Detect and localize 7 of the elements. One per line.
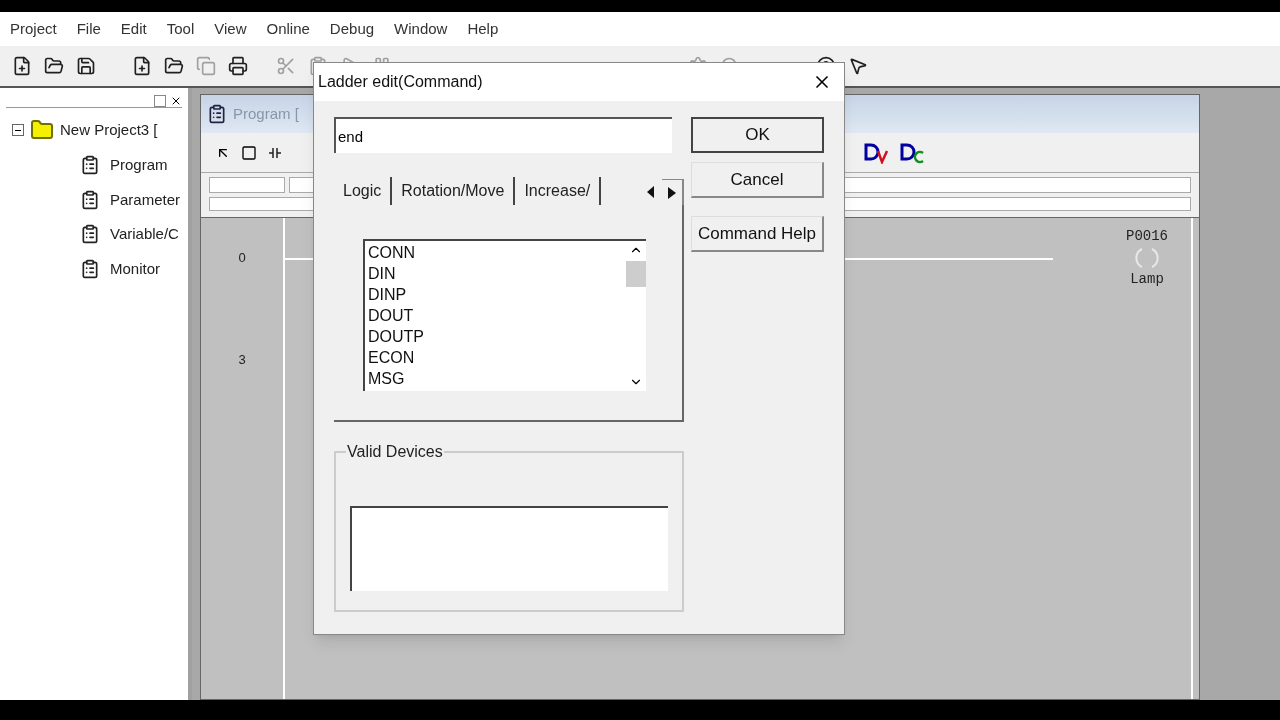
step-number: 0 bbox=[238, 249, 246, 267]
step-number: 3 bbox=[238, 350, 246, 369]
coil-comment: Lamp bbox=[1130, 270, 1164, 289]
window-title: Program [ bbox=[233, 103, 299, 124]
coil-address: P0016 bbox=[1126, 227, 1168, 246]
dialog-title: Ladder edit(Command) bbox=[318, 72, 483, 92]
group-title: Valid Devices bbox=[346, 442, 444, 462]
